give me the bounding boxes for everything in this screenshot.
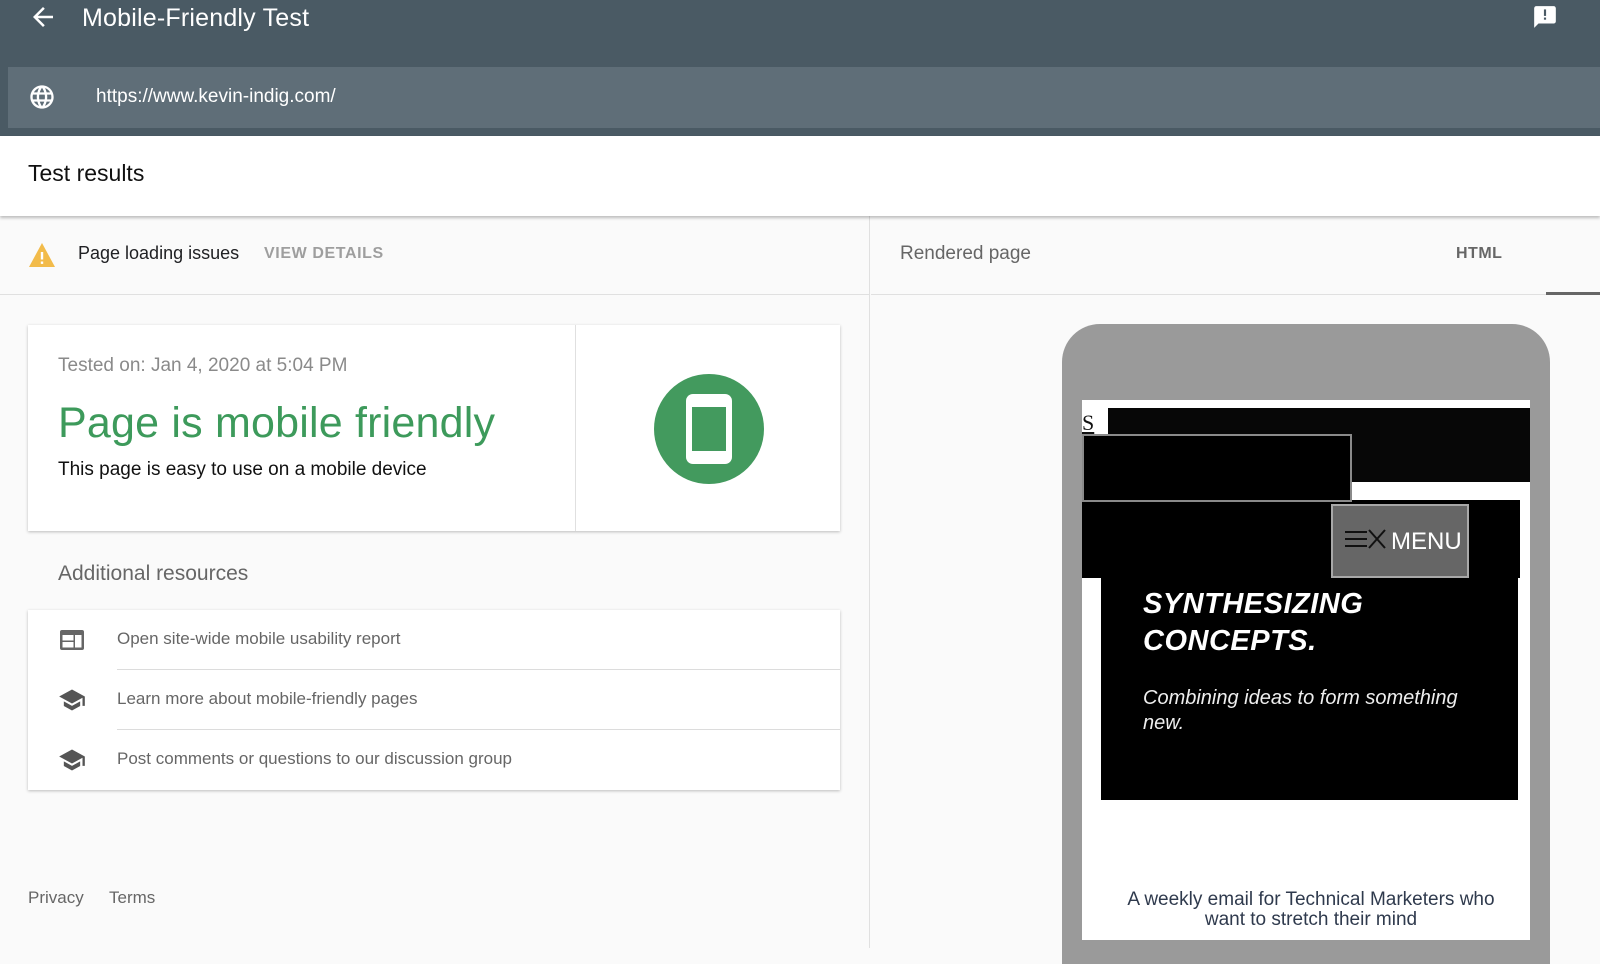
hero-title-line2: CONCEPTS. [1143,625,1317,657]
phone-body [686,394,732,464]
menu-label: MENU [1391,528,1462,555]
globe-icon [30,85,54,109]
resource-learn-more[interactable]: Learn more about mobile-friendly pages [28,670,840,730]
phone-screen [692,407,726,451]
resource-usability-report[interactable]: Open site-wide mobile usability report [28,610,840,670]
result-card: Tested on: Jan 4, 2020 at 5:04 PM Page i… [28,325,840,531]
hero-subtitle: Combining ideas to form something new. [1143,687,1458,734]
panel-tabs: Rendered page HTML [871,216,1600,295]
page-title: Test results [28,160,145,186]
issues-label: Page loading issues [78,243,240,263]
privacy-link[interactable]: Privacy [28,888,84,908]
resource-label: Open site-wide mobile usability report [117,629,401,648]
tested-on-timestamp: Tested on: Jan 4, 2020 at 5:04 PM [58,355,348,376]
results-panel: Page loading issues VIEW DETAILS Tested … [0,216,870,948]
feedback-button[interactable] [1532,4,1558,30]
tab-rendered-page[interactable]: Rendered page [900,243,1031,265]
resources-list: Open site-wide mobile usability report L… [28,610,840,790]
menu-close-icon [1345,529,1386,549]
web-layout-icon [60,630,84,650]
tab-html[interactable]: HTML [1456,245,1502,263]
resource-label: Post comments or questions to our discus… [117,749,512,768]
rendered-screenshot[interactable]: S MENU SYNTHESIZING CONCEPTS. Combining … [1082,400,1530,940]
app-title: Mobile-Friendly Test [82,4,310,32]
arrow-back-icon [33,7,53,27]
rendered-page-panel: Rendered page HTML S MENU SYNTHESIZING C… [871,216,1600,964]
newsletter-line1: A weekly email for Technical Marketers w… [1127,889,1495,910]
app-bar: Mobile-Friendly Test https://www.kevin-i… [0,0,1600,136]
smartphone-icon [654,374,764,484]
resource-label: Learn more about mobile-friendly pages [117,689,418,708]
terms-link[interactable]: Terms [109,888,155,908]
verdict-description: This page is easy to use on a mobile dev… [58,459,427,480]
card-divider [575,325,576,531]
newsletter-text: A weekly email for Technical Marketers w… [1102,890,1520,930]
resource-discussion-group[interactable]: Post comments or questions to our discus… [28,730,840,790]
feedback-icon [1534,6,1556,28]
site-logo-box [1082,434,1352,502]
newsletter-line2: want to stretch their mind [1204,909,1418,930]
site-menu-button: MENU [1331,504,1469,578]
skip-link: S [1082,410,1095,435]
hero-title-line1: SYNTHESIZING [1143,588,1364,620]
url-input[interactable]: https://www.kevin-indig.com/ [8,67,1600,128]
school-icon [59,749,85,771]
site-hero: SYNTHESIZING CONCEPTS. Combining ideas t… [1101,578,1518,800]
page-loading-issues-bar: Page loading issues VIEW DETAILS [0,216,870,295]
tab-indicator [1546,292,1600,295]
back-button[interactable] [28,2,58,32]
device-frame: S MENU SYNTHESIZING CONCEPTS. Combining … [1062,324,1550,964]
hero-title: SYNTHESIZING CONCEPTS. [1143,586,1363,660]
results-header: Test results [0,136,1600,216]
view-details-button[interactable]: VIEW DETAILS [264,245,384,263]
additional-resources-title: Additional resources [58,562,249,585]
url-value: https://www.kevin-indig.com/ [96,86,336,107]
school-icon [59,689,85,711]
warning-icon [29,243,55,267]
verdict-heading: Page is mobile friendly [58,399,496,447]
